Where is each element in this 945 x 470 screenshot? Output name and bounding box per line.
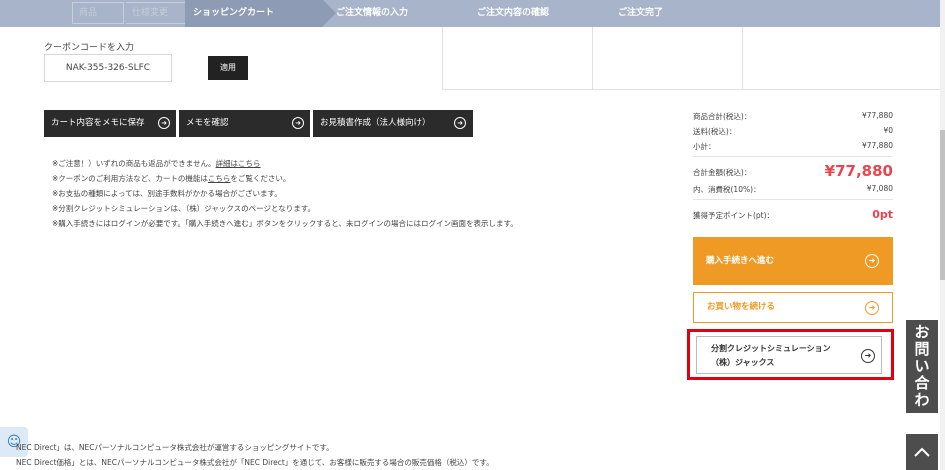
cart-help-link[interactable]: こちら xyxy=(208,174,231,183)
step-order-info: ご注文情報の入力 xyxy=(336,8,409,18)
summary-tax: 内、消費税(10%)： ¥7,080 xyxy=(693,184,893,194)
coupon-input[interactable] xyxy=(44,54,172,82)
footer-line: NEC Direct価格」とは、NECパーソナルコンピュータ株式会社が「NEC … xyxy=(16,458,494,467)
arrow-right-icon: ➜ xyxy=(861,349,875,363)
arrow-right-icon: ➜ xyxy=(454,117,466,129)
sim-line1: 分割クレジットシミュレーション xyxy=(711,344,831,353)
continue-label: お買い物を続ける xyxy=(707,302,776,312)
summary-shipping: 送料(税込)： ¥0 xyxy=(693,126,893,136)
step-cart: ショッピングカート xyxy=(185,0,336,27)
scrollbar-thumb[interactable] xyxy=(940,130,945,280)
checkout-label: 購入手続きへ進む xyxy=(706,256,775,266)
arrow-right-icon: ➜ xyxy=(865,254,879,268)
back-to-top-button[interactable] xyxy=(906,434,938,470)
estimate-button[interactable]: お見積書作成（法人様向け） ➜ xyxy=(313,110,473,137)
ghost-step: 仕様変更 xyxy=(126,2,186,24)
return-policy-link[interactable]: 詳細はこちら xyxy=(216,159,261,168)
step-label: ショッピングカート xyxy=(193,8,275,18)
step-confirm: ご注文内容の確認 xyxy=(477,8,550,18)
highlight-box: 分割クレジットシミュレーション （株）ジャックス ➜ xyxy=(687,329,894,380)
cart-page: 商品 仕様変更 ショッピングカート ご注文情報の入力 ご注文内容の確認 ご注文完… xyxy=(0,0,945,470)
estimate-label: お見積書作成（法人様向け） xyxy=(320,118,431,128)
summary-total: 合計金額(税込)： ¥77,880 xyxy=(693,162,893,180)
save-memo-button[interactable]: カート内容をメモに保存 ➜ xyxy=(44,110,176,137)
contact-char: わ xyxy=(914,391,930,409)
view-memo-button[interactable]: メモを確認 ➜ xyxy=(179,110,310,137)
divider xyxy=(442,89,942,90)
divider xyxy=(442,27,443,90)
note-line: ※ご注意！）いずれの商品も返品ができません。詳細はこちら xyxy=(52,159,261,168)
sim-line2: （株）ジャックス xyxy=(711,358,775,367)
divider xyxy=(693,199,893,200)
divider xyxy=(592,27,593,90)
note-line: ※クーポンのご利用方法など、カートの機能はこちらをご覧ください。 xyxy=(52,174,291,183)
ghost-step: 商品 xyxy=(72,2,124,24)
view-memo-label: メモを確認 xyxy=(186,118,229,128)
checkout-progress: 商品 仕様変更 ショッピングカート ご注文情報の入力 ご注文内容の確認 ご注文完… xyxy=(0,0,940,27)
save-memo-label: カート内容をメモに保存 xyxy=(51,118,145,128)
contact-char: 合 xyxy=(914,374,930,392)
chevron-up-icon xyxy=(914,447,930,457)
cart-notes: ※ご注意！）いずれの商品も返品ができません。詳細はこちら ※クーポンのご利用方法… xyxy=(52,156,518,231)
checkout-button[interactable]: 購入手続きへ進む ➜ xyxy=(693,237,893,285)
summary-points: 獲得予定ポイント(pt)： 0pt xyxy=(693,208,893,221)
footer-text: NEC Direct」は、NECパーソナルコンピュータ株式会社が運営するショッピ… xyxy=(16,440,494,470)
summary-goods: 商品合計(税込)： ¥77,880 xyxy=(693,111,893,121)
arrow-right-icon: ➜ xyxy=(865,301,879,315)
coupon-apply-button[interactable]: 適用 xyxy=(208,56,248,80)
coupon-label: クーポンコードを入力 xyxy=(44,43,135,53)
footer-line: NEC Direct」は、NECパーソナルコンピュータ株式会社が運営するショッピ… xyxy=(16,443,334,452)
arrow-right-icon: ➜ xyxy=(158,117,170,129)
contact-tab[interactable]: お 問 い 合 わ xyxy=(906,320,938,413)
credit-simulation-button[interactable]: 分割クレジットシミュレーション （株）ジャックス ➜ xyxy=(696,336,882,374)
divider xyxy=(742,27,743,90)
contact-char: い xyxy=(914,357,930,375)
note-line: ※お支払の種類によっては、別途手数料がかかる場合がございます。 xyxy=(52,189,282,198)
continue-shopping-button[interactable]: お買い物を続ける ➜ xyxy=(693,292,893,323)
contact-char: お xyxy=(914,323,930,341)
divider xyxy=(693,156,893,157)
summary-subtotal: 小計： ¥77,880 xyxy=(693,141,893,151)
total-price: ¥77,880 xyxy=(824,162,893,180)
note-line: ※購入手続きにはログインが必要です。「購入手続きへ進む」ボタンをクリックすると、… xyxy=(52,219,518,228)
step-complete: ご注文完了 xyxy=(618,8,664,18)
points-value: 0pt xyxy=(872,208,893,221)
contact-char: 問 xyxy=(914,340,930,358)
arrow-right-icon: ➜ xyxy=(292,117,304,129)
note-line: ※分割クレジットシミュレーションは、（株）ジャックスのページとなります。 xyxy=(52,204,316,213)
